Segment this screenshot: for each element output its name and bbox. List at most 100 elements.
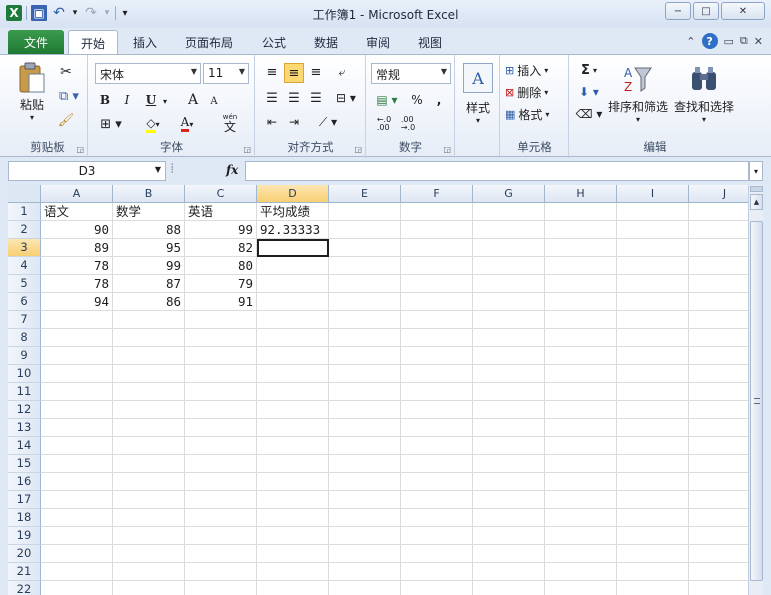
cell[interactable]	[257, 581, 329, 595]
cell[interactable]	[617, 221, 689, 239]
shrink-font-button[interactable]: A	[207, 93, 221, 109]
accounting-format-button[interactable]: ▤ ▾	[373, 91, 401, 109]
row-header[interactable]: 22	[8, 581, 41, 595]
cell[interactable]: 78	[41, 257, 113, 275]
grow-font-button[interactable]: A	[185, 91, 201, 109]
cell[interactable]	[689, 221, 748, 239]
cell[interactable]	[473, 311, 545, 329]
cell[interactable]: 80	[185, 257, 257, 275]
cell[interactable]	[185, 455, 257, 473]
cell[interactable]	[329, 581, 401, 595]
cell[interactable]	[545, 275, 617, 293]
tab-page-layout[interactable]: 页面布局	[176, 30, 242, 54]
close-button[interactable]: ✕	[721, 2, 765, 20]
maximize-button[interactable]: □	[693, 2, 719, 20]
cell[interactable]: 平均成绩	[257, 203, 329, 221]
workbook-close-icon[interactable]: ✕	[754, 35, 763, 48]
wrap-text-button[interactable]: ⤶	[332, 63, 352, 81]
percent-style-button[interactable]: %	[409, 91, 425, 109]
cell[interactable]	[113, 563, 185, 581]
column-header[interactable]: J	[689, 185, 748, 203]
cell[interactable]	[329, 329, 401, 347]
cell[interactable]	[41, 311, 113, 329]
cell[interactable]	[401, 545, 473, 563]
copy-button[interactable]: ⧉ ▾	[54, 87, 84, 105]
format-cells-button[interactable]: ▦ 格式 ▾	[505, 105, 565, 123]
cell[interactable]: 99	[113, 257, 185, 275]
clipboard-launcher-icon[interactable]: ◲	[76, 145, 84, 154]
merge-center-button[interactable]: ⊟ ▾	[332, 89, 360, 107]
cell[interactable]	[401, 239, 473, 257]
name-box[interactable]: D3 ▼	[8, 161, 166, 181]
cell[interactable]	[257, 545, 329, 563]
row-header[interactable]: 14	[8, 437, 41, 455]
cell[interactable]	[617, 419, 689, 437]
italic-button[interactable]: I	[119, 91, 135, 109]
cell[interactable]	[41, 527, 113, 545]
cell[interactable]	[545, 419, 617, 437]
font-size-combo[interactable]: 11 ▼	[203, 63, 249, 84]
increase-decimal-button[interactable]: ←.0.00	[373, 115, 395, 133]
font-color-button[interactable]: A ▾	[173, 115, 201, 133]
cell[interactable]	[113, 311, 185, 329]
cell[interactable]	[473, 491, 545, 509]
underline-button[interactable]: U	[143, 91, 159, 109]
cell[interactable]	[329, 203, 401, 221]
cell[interactable]	[329, 365, 401, 383]
increase-indent-button[interactable]: ⇥	[284, 113, 304, 131]
cell[interactable]	[545, 455, 617, 473]
column-header[interactable]: D	[257, 185, 329, 203]
cell[interactable]	[689, 329, 748, 347]
cell[interactable]	[257, 509, 329, 527]
cell[interactable]: 89	[41, 239, 113, 257]
paste-button[interactable]: 粘贴 ▾	[14, 61, 50, 123]
cell[interactable]	[113, 419, 185, 437]
cell[interactable]	[401, 401, 473, 419]
cell[interactable]	[473, 203, 545, 221]
row-header[interactable]: 13	[8, 419, 41, 437]
cell[interactable]	[113, 383, 185, 401]
cell[interactable]	[545, 347, 617, 365]
cell[interactable]	[617, 545, 689, 563]
cell[interactable]	[185, 311, 257, 329]
cell[interactable]	[401, 581, 473, 595]
worksheet-grid[interactable]: A B C D E F G H I J 1 语文 数学 英语 平均成绩 2 90 88 99 92.33333 3 89 9…	[8, 185, 748, 595]
cell[interactable]	[401, 203, 473, 221]
split-box[interactable]	[750, 186, 763, 192]
cell[interactable]	[41, 455, 113, 473]
row-header[interactable]: 9	[8, 347, 41, 365]
row-header[interactable]: 1	[8, 203, 41, 221]
cell[interactable]	[545, 509, 617, 527]
alignment-launcher-icon[interactable]: ◲	[354, 145, 362, 154]
cell[interactable]: 86	[113, 293, 185, 311]
cell[interactable]	[41, 365, 113, 383]
cell[interactable]	[473, 509, 545, 527]
column-header[interactable]: E	[329, 185, 401, 203]
column-header[interactable]: H	[545, 185, 617, 203]
row-header[interactable]: 7	[8, 311, 41, 329]
cell[interactable]	[473, 329, 545, 347]
cell[interactable]: 78	[41, 275, 113, 293]
cell[interactable]	[113, 581, 185, 595]
cell[interactable]	[257, 437, 329, 455]
underline-dropdown-icon[interactable]: ▾	[161, 95, 169, 107]
cell[interactable]	[329, 401, 401, 419]
clear-button[interactable]: ⌫ ▾	[574, 105, 604, 123]
cell[interactable]	[41, 491, 113, 509]
cell[interactable]	[473, 545, 545, 563]
cell[interactable]	[113, 347, 185, 365]
cut-button[interactable]: ✂	[56, 63, 76, 81]
cell[interactable]	[617, 455, 689, 473]
cell[interactable]	[113, 545, 185, 563]
tab-formulas[interactable]: 公式	[252, 30, 296, 54]
cell[interactable]	[617, 527, 689, 545]
cell[interactable]	[185, 383, 257, 401]
cell[interactable]	[689, 545, 748, 563]
cell[interactable]	[617, 491, 689, 509]
cell[interactable]	[401, 257, 473, 275]
cell[interactable]	[401, 509, 473, 527]
cell[interactable]	[329, 257, 401, 275]
cell[interactable]	[617, 311, 689, 329]
row-header[interactable]: 18	[8, 509, 41, 527]
cell[interactable]	[473, 239, 545, 257]
